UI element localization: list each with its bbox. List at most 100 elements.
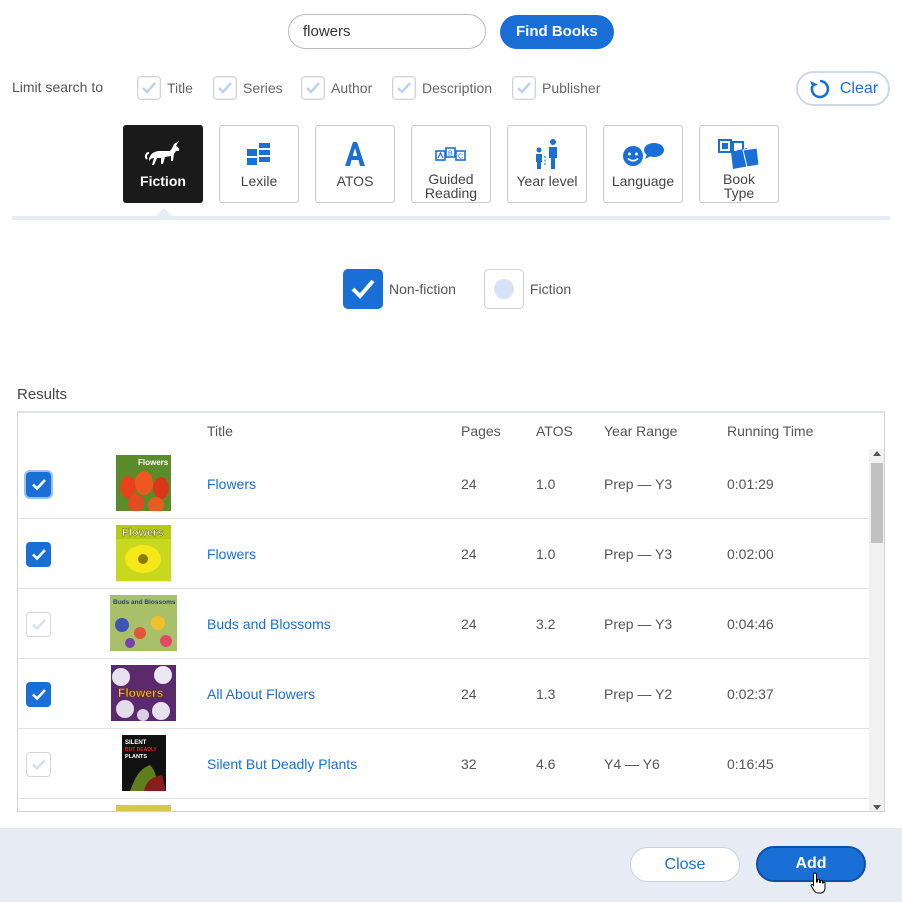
row-title-link[interactable]: Silent But Deadly Plants xyxy=(207,756,357,772)
tile-language[interactable]: Language xyxy=(603,125,683,203)
table-row xyxy=(18,799,869,812)
row-pages: 24 xyxy=(461,546,477,562)
limit-title-label: Title xyxy=(167,80,193,96)
row-checkbox[interactable] xyxy=(26,472,51,497)
check-icon xyxy=(31,689,46,701)
search-input[interactable] xyxy=(288,14,486,49)
svg-text:Flowers: Flowers xyxy=(118,686,164,700)
limit-publisher-checkbox[interactable] xyxy=(512,76,536,100)
clear-button[interactable]: Clear xyxy=(796,71,890,106)
fiction-label: Fiction xyxy=(529,281,572,297)
limit-search-row: Limit search to Title Series Author Desc… xyxy=(12,71,890,106)
book-cover[interactable]: Buds and Blossoms xyxy=(110,595,177,651)
tile-guided-reading[interactable]: B C Guided Reading xyxy=(411,125,491,203)
limit-description-option[interactable]: Description xyxy=(392,76,492,100)
svg-text:B: B xyxy=(448,151,453,158)
row-title-link[interactable]: Buds and Blossoms xyxy=(207,616,331,632)
limit-author-checkbox[interactable] xyxy=(301,76,325,100)
tile-atos[interactable]: ATOS xyxy=(315,125,395,203)
column-atos[interactable]: ATOS xyxy=(536,423,573,439)
row-running-time: 0:16:45 xyxy=(727,756,774,772)
row-year-range: Prep — Y3 xyxy=(604,546,673,562)
limit-series-option[interactable]: Series xyxy=(213,76,283,100)
scroll-up-arrow-icon[interactable] xyxy=(873,451,881,456)
column-year-range[interactable]: Year Range xyxy=(604,423,677,439)
find-books-button[interactable]: Find Books xyxy=(500,14,614,49)
row-checkbox[interactable] xyxy=(26,682,51,707)
hand-cursor-icon xyxy=(810,872,826,894)
table-header: Title Pages ATOS Year Range Running Time xyxy=(18,413,884,449)
tile-fiction[interactable]: Fiction xyxy=(123,125,203,218)
column-pages[interactable]: Pages xyxy=(461,423,501,439)
row-pages: 24 xyxy=(461,476,477,492)
row-title-link[interactable]: All About Flowers xyxy=(207,686,315,702)
letter-a-icon xyxy=(341,138,369,170)
column-title[interactable]: Title xyxy=(207,423,233,439)
row-running-time: 0:01:29 xyxy=(727,476,774,492)
table-row: SILENT BUT DEADLY PLANTS Silent But Dead… xyxy=(18,729,869,799)
tile-lexile[interactable]: Lexile xyxy=(219,125,299,203)
book-cover[interactable]: Flowers xyxy=(116,525,171,581)
book-cover[interactable]: SILENT BUT DEADLY PLANTS xyxy=(122,735,166,791)
svg-text:Flowers: Flowers xyxy=(122,527,164,539)
column-running-time[interactable]: Running Time xyxy=(727,423,813,439)
svg-text:Flowers: Flowers xyxy=(138,458,169,467)
svg-text:C: C xyxy=(458,154,463,161)
tile-language-label: Language xyxy=(611,173,675,189)
tile-year-level[interactable]: Year level xyxy=(507,125,587,203)
tile-book-type[interactable]: Book Type xyxy=(699,125,779,203)
limit-author-option[interactable]: Author xyxy=(301,76,372,100)
check-icon xyxy=(31,549,46,561)
limit-author-label: Author xyxy=(331,80,373,96)
fiction-checkbox[interactable] xyxy=(483,269,524,309)
limit-series-checkbox[interactable] xyxy=(213,76,237,100)
svg-text:Buds and Blossoms: Buds and Blossoms xyxy=(113,599,176,606)
row-pages: 24 xyxy=(461,616,477,632)
limit-publisher-option[interactable]: Publisher xyxy=(512,76,600,100)
row-checkbox[interactable] xyxy=(26,752,51,777)
svg-text:SILENT: SILENT xyxy=(125,740,147,746)
abc-blocks-icon: B C xyxy=(434,138,468,170)
limit-series-label: Series xyxy=(243,80,283,96)
row-checkbox[interactable] xyxy=(26,542,51,567)
check-icon xyxy=(306,82,320,94)
table-row: Flowers All About Flowers 24 1.3 Prep — … xyxy=(18,659,869,729)
check-icon xyxy=(218,82,232,94)
table-row: Buds and Blossoms Buds and Blossoms 24 3… xyxy=(18,589,869,659)
book-cover[interactable] xyxy=(116,805,171,812)
limit-description-checkbox[interactable] xyxy=(392,76,416,100)
row-atos: 1.3 xyxy=(536,686,556,702)
people-height-icon xyxy=(531,138,563,170)
limit-title-option[interactable]: Title xyxy=(137,76,193,100)
dialog-footer: Close Add xyxy=(0,828,902,902)
limit-search-label: Limit search to xyxy=(12,79,104,95)
row-year-range: Prep — Y2 xyxy=(604,686,673,702)
close-button[interactable]: Close xyxy=(630,847,740,882)
limit-title-checkbox[interactable] xyxy=(137,76,161,100)
limit-description-label: Description xyxy=(422,80,493,96)
scroll-thumb[interactable] xyxy=(871,463,883,543)
category-tiles: Fiction Lexile ATOS B C Guided Reading Y… xyxy=(123,125,779,218)
row-year-range: Prep — Y3 xyxy=(604,616,673,632)
check-icon xyxy=(351,279,375,299)
unicorn-icon xyxy=(143,138,183,170)
table-scrollbar[interactable] xyxy=(869,449,884,811)
scroll-down-arrow-icon[interactable] xyxy=(873,805,881,810)
row-atos: 4.6 xyxy=(536,756,556,772)
nonfiction-checkbox[interactable] xyxy=(343,269,383,309)
check-icon xyxy=(31,479,46,491)
row-title-link[interactable]: Flowers xyxy=(207,546,256,562)
tile-guided-reading-line1: Guided xyxy=(428,171,474,187)
row-title-link[interactable]: Flowers xyxy=(207,476,256,492)
check-icon xyxy=(517,82,531,94)
row-checkbox[interactable] xyxy=(26,612,51,637)
check-icon xyxy=(142,82,156,94)
book-cover[interactable]: Flowers xyxy=(111,665,176,721)
row-pages: 32 xyxy=(461,756,477,772)
results-label: Results xyxy=(17,386,68,403)
book-cover[interactable]: Flowers xyxy=(116,455,171,511)
results-table: Title Pages ATOS Year Range Running Time… xyxy=(17,411,885,812)
refresh-icon xyxy=(809,79,830,98)
tile-book-type-line2: Type xyxy=(723,185,755,201)
tiles-divider xyxy=(12,216,890,220)
